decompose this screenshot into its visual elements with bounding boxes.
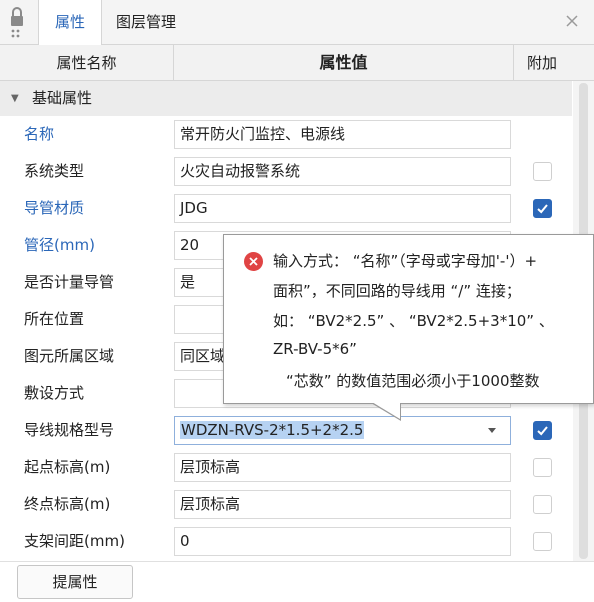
property-name: 系统类型 — [24, 162, 85, 180]
property-name: 支架间距(mm) — [24, 532, 125, 550]
property-name: 终点标高(m) — [24, 495, 111, 513]
property-name: 所在位置 — [24, 310, 85, 328]
extra-checkbox-checked[interactable] — [533, 421, 552, 440]
tooltip-line-3: 如： “BV2*2.5” 、 “BV2*2.5+3*10” 、 — [273, 312, 554, 330]
input-hint-tooltip: 输入方式： “名称”（字母或字母加'-'）+ 面积”，不同回路的导线用 “/” … — [223, 234, 594, 404]
property-row[interactable]: 导线规格型号 WDZN-RVS-2*1.5+2*2.5 — [0, 412, 572, 449]
error-icon — [244, 252, 263, 271]
tooltip-line-2: 面积”，不同回路的导线用 “/” 连接； — [273, 282, 521, 300]
check-icon — [537, 204, 548, 214]
property-name: 敷设方式 — [24, 384, 85, 402]
lock-icon[interactable] — [9, 6, 25, 40]
property-name: 起点标高(m) — [24, 458, 111, 476]
tab-bar: 属性 图层管理 — [0, 0, 594, 46]
property-name: 是否计量导管 — [24, 273, 115, 291]
header-property-name: 属性名称 — [0, 45, 174, 81]
close-icon[interactable] — [564, 13, 580, 29]
property-name: 图元所属区域 — [24, 347, 115, 365]
group-label: 基础属性 — [32, 89, 93, 107]
property-row[interactable]: 支架间距(mm) 0 — [0, 523, 572, 560]
extra-checkbox[interactable] — [533, 495, 552, 514]
tooltip-line-5: “芯数” 的数值范围必须小于1000整数 — [286, 372, 540, 390]
check-icon — [537, 426, 548, 436]
property-name: 名称 — [24, 125, 55, 143]
extra-checkbox[interactable] — [533, 458, 552, 477]
selected-text: WDZN-RVS-2*1.5+2*2.5 — [180, 421, 365, 439]
property-name: 导线规格型号 — [24, 421, 115, 439]
property-value-input[interactable]: 层顶标高 — [174, 453, 511, 482]
property-value-input[interactable]: 火灾自动报警系统 — [174, 157, 511, 186]
dropdown-arrow-icon[interactable] — [488, 428, 496, 433]
property-value-input[interactable]: 常开防火门监控、电源线 — [174, 120, 511, 149]
property-name: 管径(mm) — [24, 236, 95, 254]
property-value-input[interactable]: 0 — [174, 527, 511, 556]
extra-checkbox-checked[interactable] — [533, 199, 552, 218]
property-value-input[interactable]: 层顶标高 — [174, 490, 511, 519]
property-row[interactable]: 导管材质 JDG — [0, 190, 572, 227]
property-value-input[interactable]: JDG — [174, 194, 511, 223]
group-basic-properties[interactable]: ▼ 基础属性 — [0, 81, 572, 116]
property-row[interactable]: 起点标高(m) 层顶标高 — [0, 449, 572, 486]
property-row[interactable]: 名称 常开防火门监控、电源线 — [0, 116, 572, 153]
header-extra: 附加 — [526, 54, 557, 72]
tab-properties[interactable]: 属性 — [38, 0, 102, 46]
bottom-bar: 提属性 — [0, 561, 594, 602]
collapse-triangle-icon[interactable]: ▼ — [11, 81, 19, 116]
table-header: 属性名称 属性值 附加 — [0, 45, 594, 81]
tooltip-line-4: ZR-BV-5*6” — [273, 340, 357, 358]
extra-checkbox[interactable] — [533, 162, 552, 181]
tab-layer-management[interactable]: 图层管理 — [116, 0, 176, 45]
property-name: 导管材质 — [24, 199, 85, 217]
tooltip-arrow-fill — [372, 402, 400, 419]
extract-properties-button[interactable]: 提属性 — [17, 565, 133, 599]
wire-spec-combobox[interactable]: WDZN-RVS-2*1.5+2*2.5 — [174, 416, 511, 445]
header-property-value: 属性值 — [174, 45, 514, 81]
property-row[interactable]: 系统类型 火灾自动报警系统 — [0, 153, 572, 190]
extra-checkbox[interactable] — [533, 532, 552, 551]
property-row[interactable]: 终点标高(m) 层顶标高 — [0, 486, 572, 523]
tooltip-line-1: 输入方式： “名称”（字母或字母加'-'）+ — [273, 252, 538, 270]
